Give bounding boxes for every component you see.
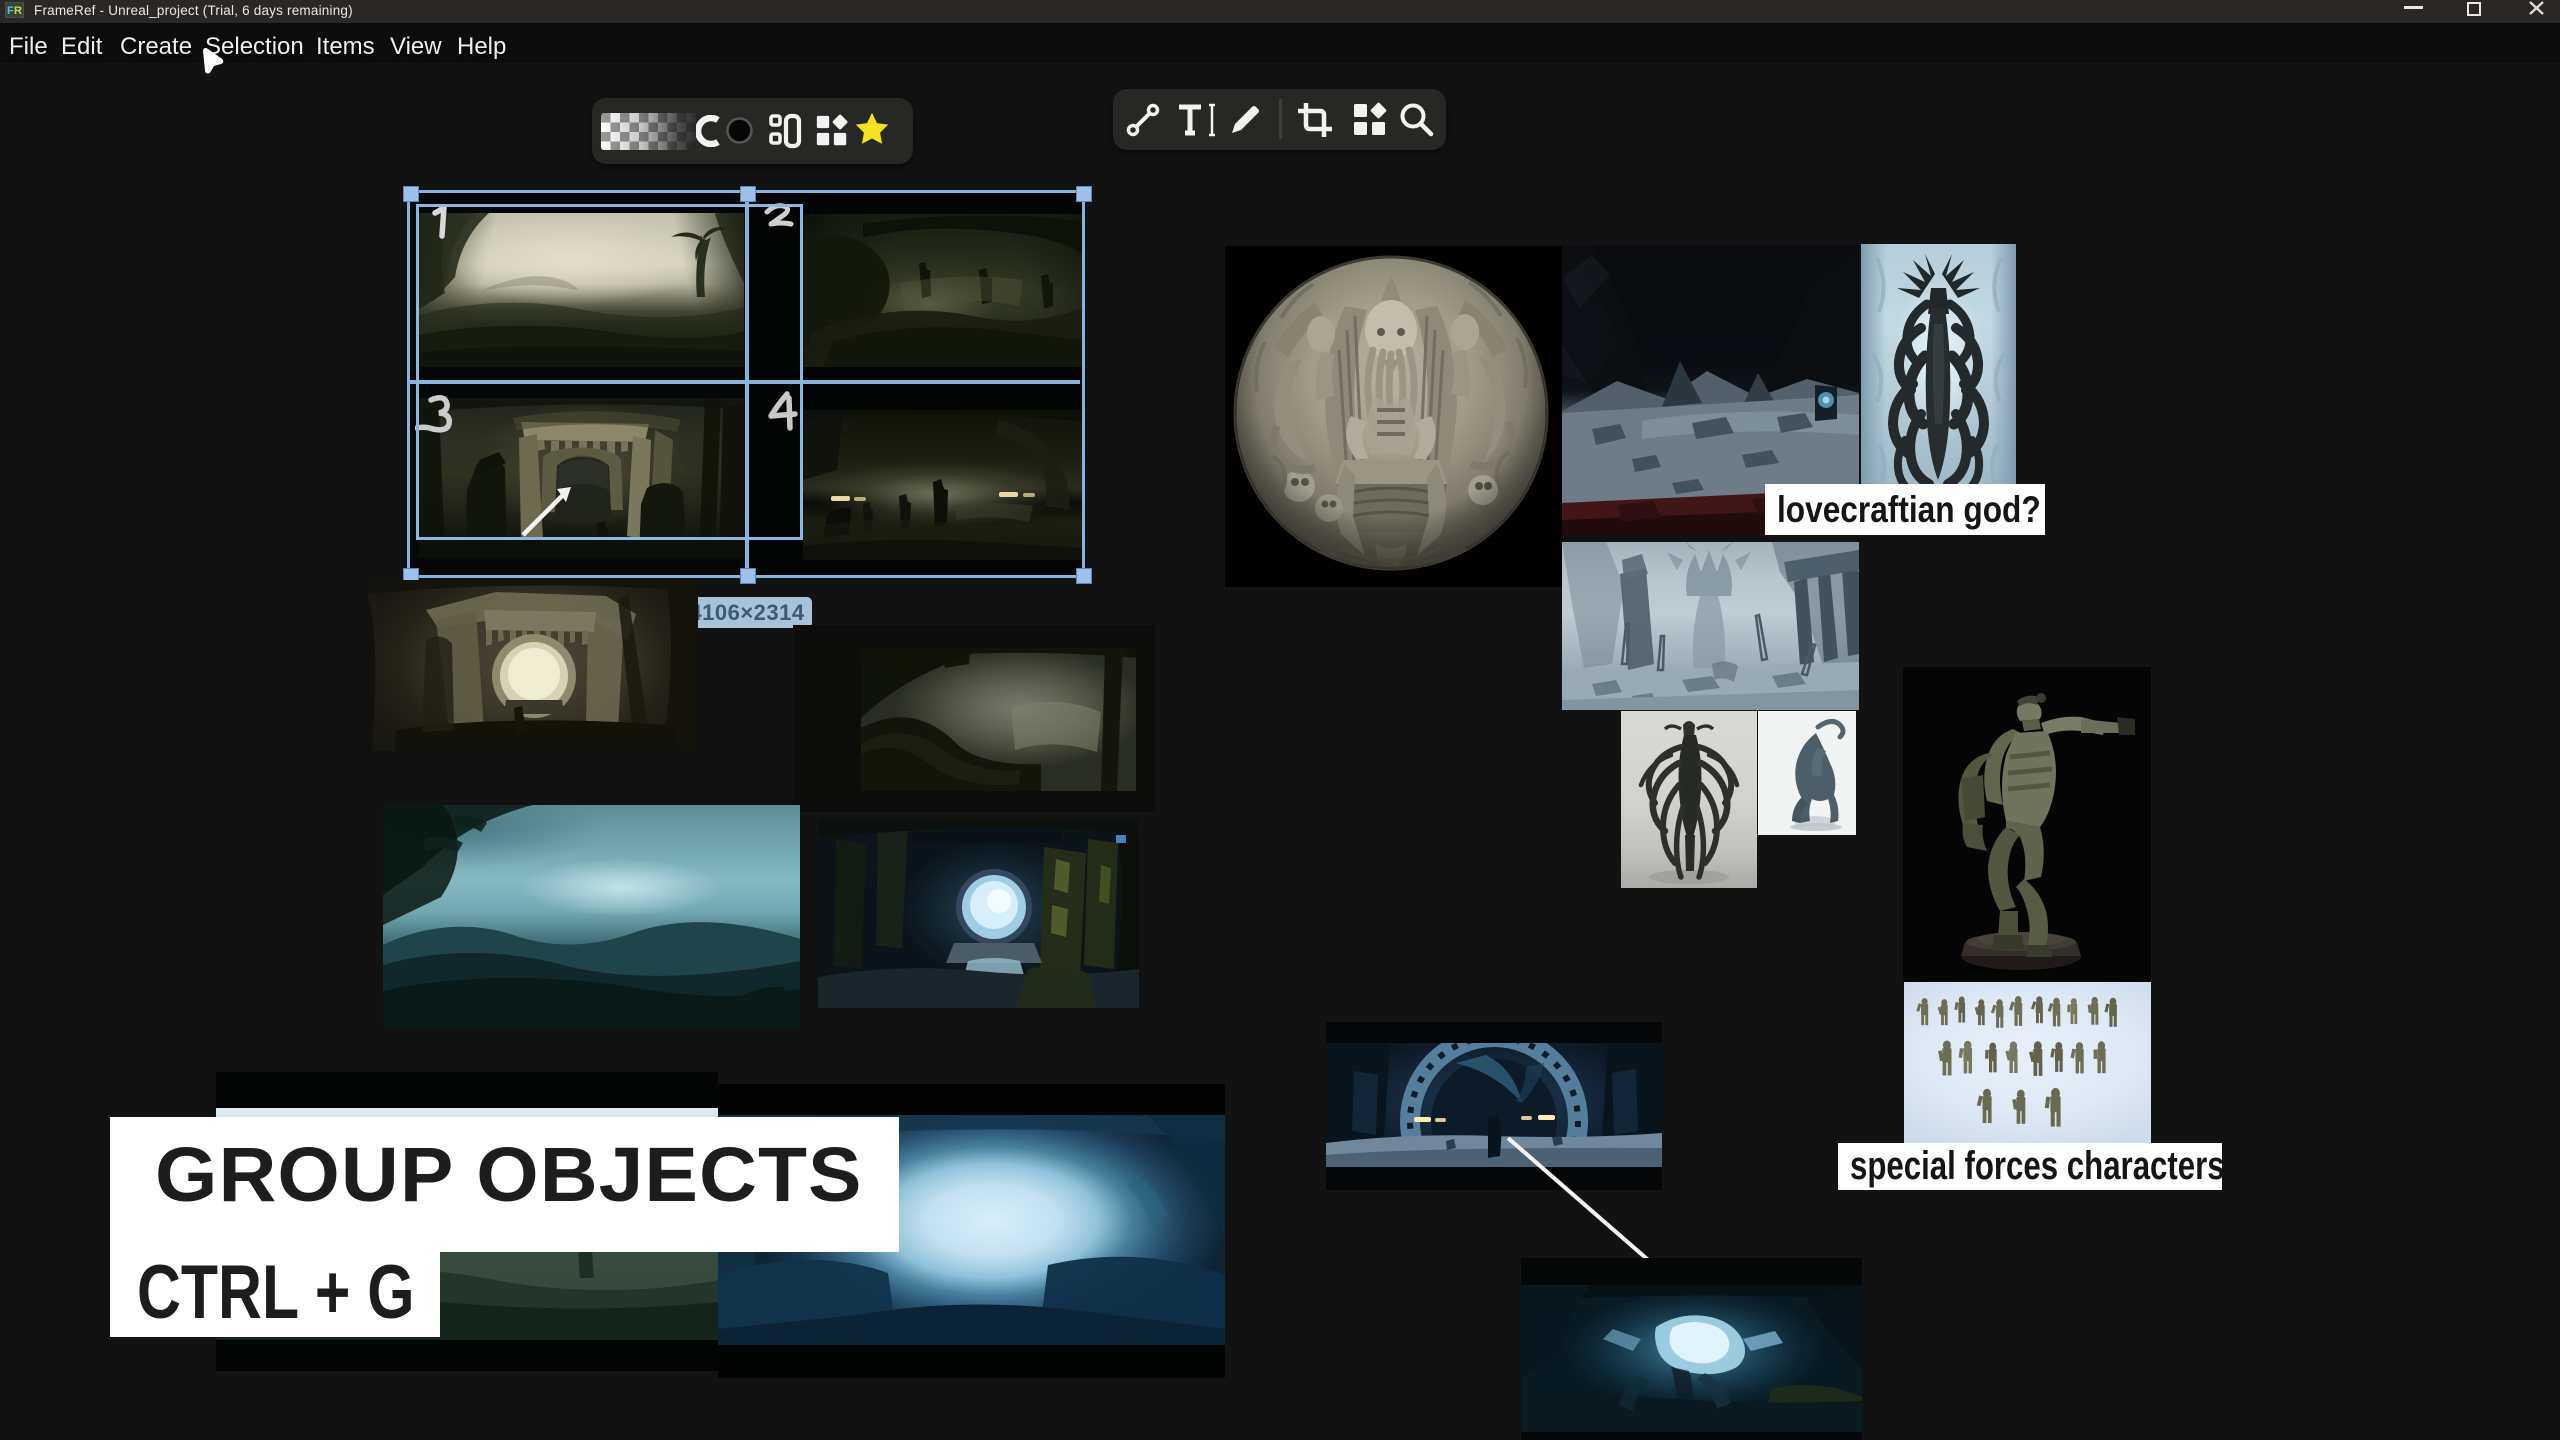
svg-text:F: F [7, 5, 14, 17]
svg-text:R: R [14, 5, 22, 17]
